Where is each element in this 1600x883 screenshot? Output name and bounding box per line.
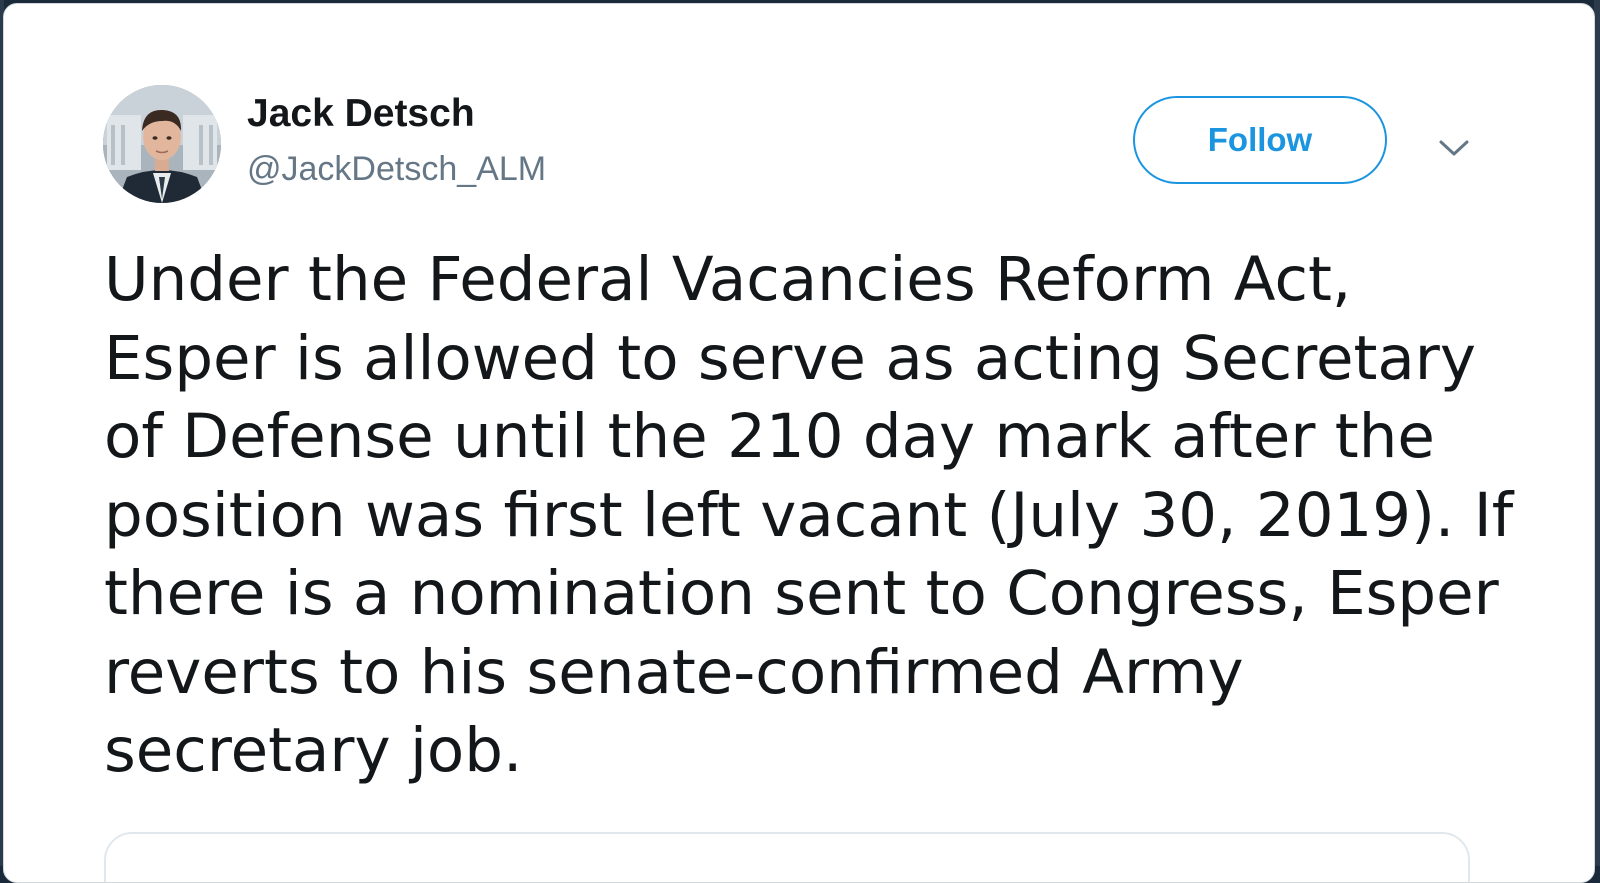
tweet-text-line: reverts to his senate-confirmed Army: [104, 636, 1244, 708]
author-name[interactable]: Jack Detsch: [247, 92, 475, 136]
author-handle[interactable]: @JackDetsch_ALM: [247, 150, 546, 189]
avatar[interactable]: [103, 85, 221, 203]
tweet-menu-button[interactable]: [1434, 130, 1474, 166]
tweet-text: Under the Federal Vacancies Reform Act, …: [104, 241, 1514, 791]
tweet-text-line: there is a nomination sent to Congress, …: [104, 558, 1499, 629]
follow-button[interactable]: Follow: [1133, 96, 1387, 184]
profile-photo-icon: [103, 85, 221, 203]
tweet-text-line: of Defense until the 210 day mark after …: [104, 401, 1435, 472]
tweet-text-line: Esper is allowed to serve as acting Secr…: [104, 322, 1476, 394]
chevron-down-icon: [1439, 140, 1469, 156]
tweet-card: Jack Detsch @JackDetsch_ALM Follow Under…: [3, 3, 1595, 883]
tweet-text-line: position was first left vacant (July 30,…: [104, 479, 1514, 551]
tweet-text-line: Under the Federal Vacancies Reform Act,: [104, 244, 1352, 315]
embedded-media-card[interactable]: [104, 832, 1470, 882]
tweet-text-line: secretary job.: [104, 715, 523, 786]
